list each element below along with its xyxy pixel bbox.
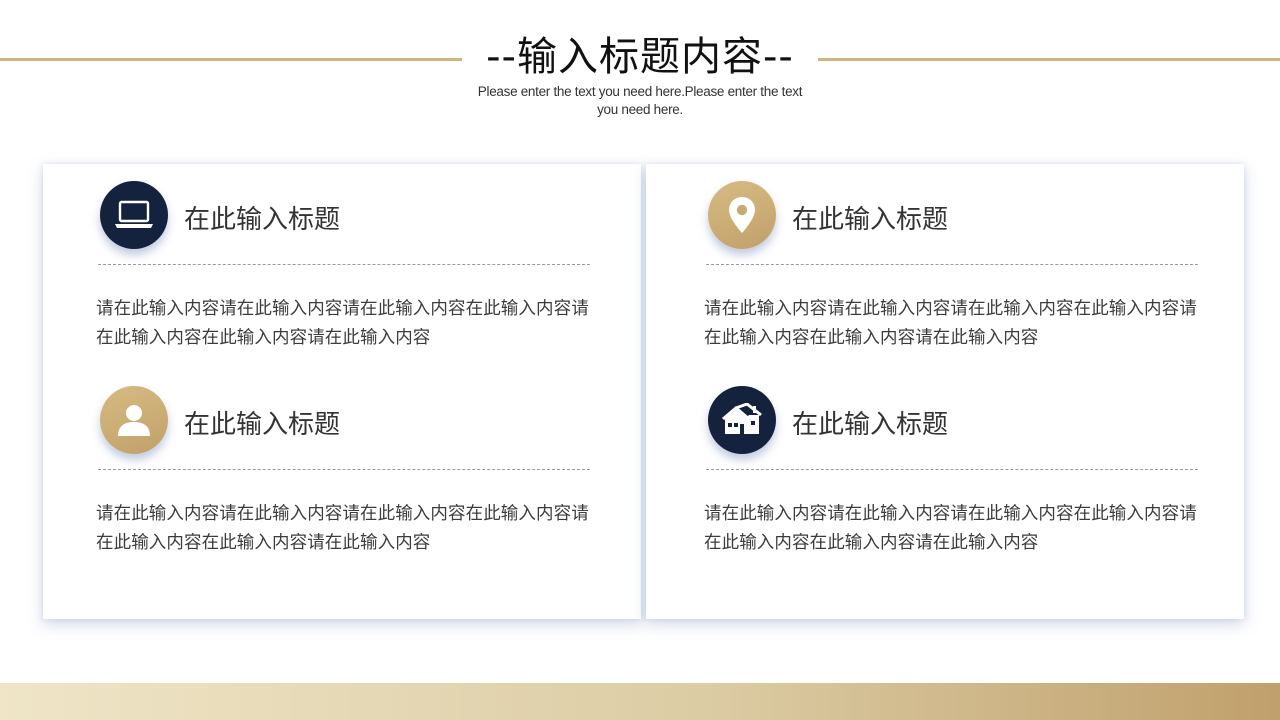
dashed-divider [98,469,590,470]
dashed-divider [98,264,590,265]
content-card-left: 在此输入标题 请在此输入内容请在此输入内容请在此输入内容在此输入内容请在此输入内… [43,164,641,619]
feature-item-text: 请在此输入内容请在此输入内容请在此输入内容在此输入内容请在此输入内容在此输入内容… [96,299,589,348]
slide: --输入标题内容-- Please enter the text you nee… [0,0,1280,720]
content-card-right: 在此输入标题 请在此输入内容请在此输入内容请在此输入内容在此输入内容请在此输入内… [646,164,1244,619]
page-subtitle: Please enter the text you need here.Plea… [477,84,803,117]
feature-item-text: 请在此输入内容请在此输入内容请在此输入内容在此输入内容请在此输入内容在此输入内容… [704,504,1197,553]
feature-item-title: 在此输入标题 [184,410,341,440]
header-rule-left [0,58,462,61]
laptop-icon [100,181,168,249]
page-title: --输入标题内容-- [486,34,794,80]
feature-item-title: 在此输入标题 [792,205,949,235]
user-icon [100,386,168,454]
house-icon [708,386,776,454]
feature-item-text: 请在此输入内容请在此输入内容请在此输入内容在此输入内容请在此输入内容在此输入内容… [96,504,589,553]
header-rule-right [818,58,1280,61]
bottom-gradient-band [0,683,1280,720]
feature-item-title: 在此输入标题 [792,410,949,440]
feature-item-title: 在此输入标题 [184,205,341,235]
dashed-divider [706,469,1198,470]
feature-item-text: 请在此输入内容请在此输入内容请在此输入内容在此输入内容请在此输入内容在此输入内容… [704,299,1197,348]
location-pin-icon [708,181,776,249]
dashed-divider [706,264,1198,265]
